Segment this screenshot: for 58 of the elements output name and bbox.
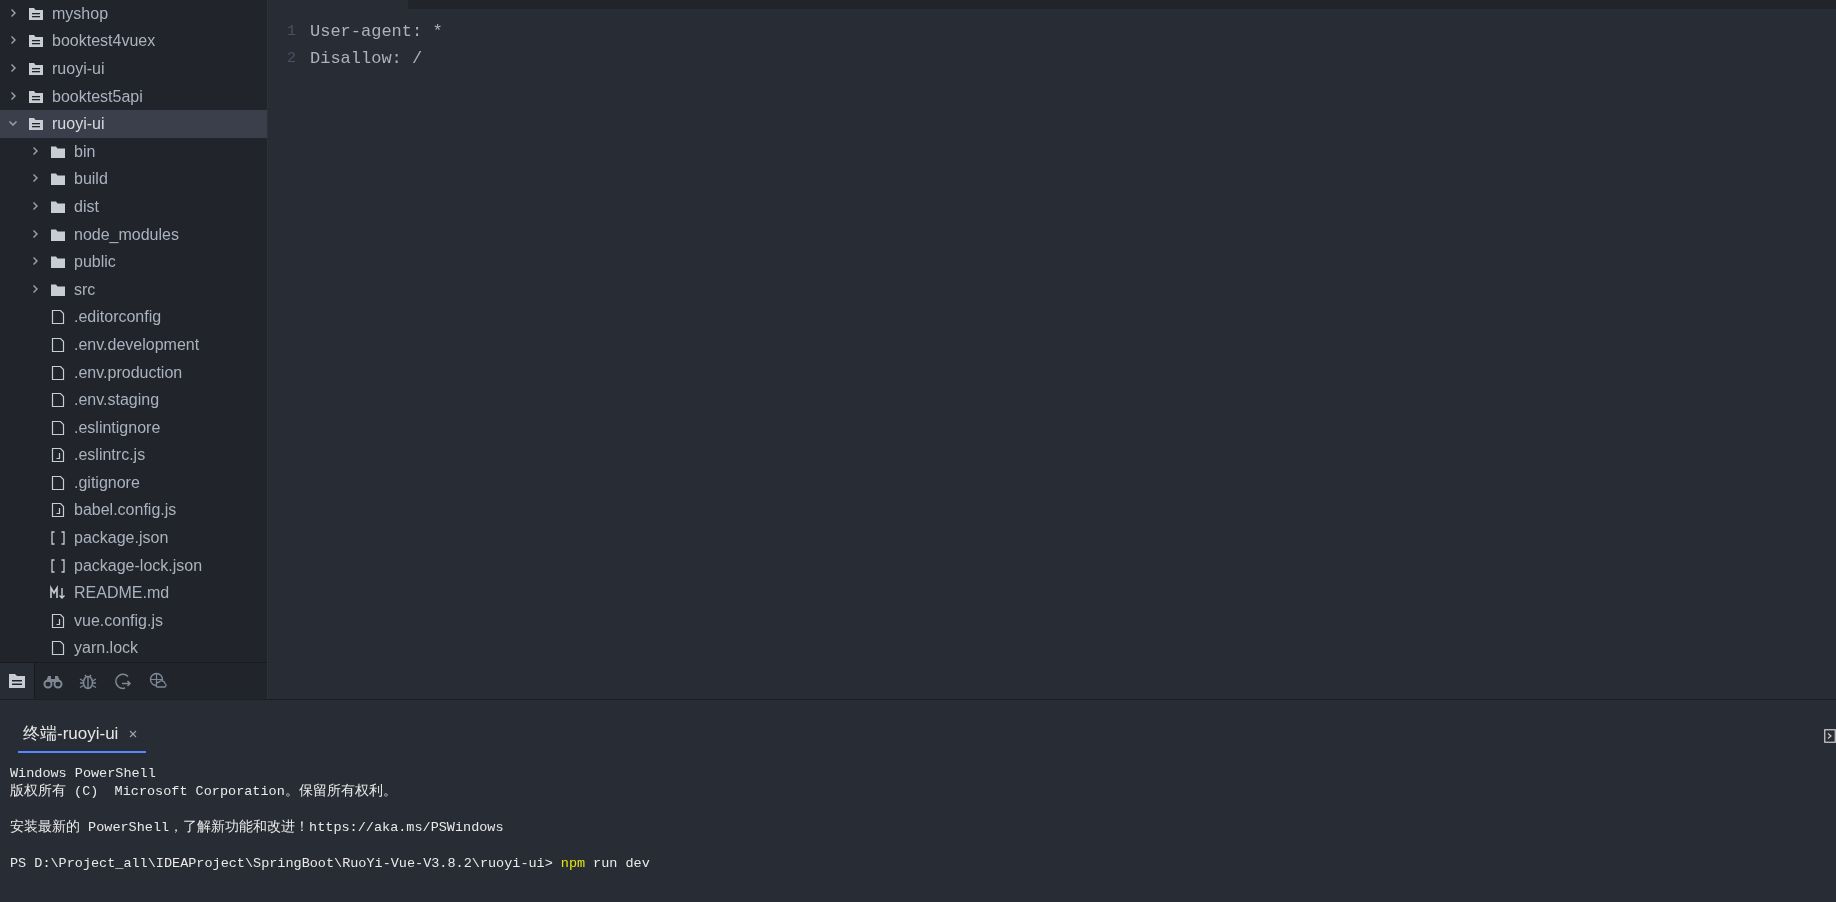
tree-item[interactable]: myshop xyxy=(0,0,267,28)
terminal-text: Windows PowerShell xyxy=(10,765,156,783)
files-icon xyxy=(7,671,27,691)
brackets-icon xyxy=(50,530,66,547)
file-icon xyxy=(50,640,66,657)
tree-item[interactable]: yarn.lock xyxy=(0,634,267,662)
code-line: Disallow: / xyxy=(310,49,423,68)
tree-item[interactable]: .env.production xyxy=(0,358,267,387)
terminal-text: 安装最新的 PowerShell，了解新功能和改进！https://aka.ms/PSWindows xyxy=(10,819,504,837)
tree-item[interactable]: ruoyi-ui xyxy=(0,55,267,83)
script-file-icon xyxy=(50,447,66,464)
tree-item[interactable]: .eslintignore xyxy=(0,413,267,442)
tree-item[interactable]: .env.development xyxy=(0,331,267,359)
terminal-text: 版权所有 (C) Microsoft Corporation。保留所有权利。 xyxy=(10,783,397,801)
terminal-tab[interactable]: 终端-ruoyi-ui xyxy=(18,718,147,753)
tree-item[interactable]: ruoyi-ui xyxy=(0,110,267,138)
script-file-icon xyxy=(50,612,66,629)
script-file-icon xyxy=(50,502,66,519)
tree-item[interactable]: bin xyxy=(0,137,267,166)
file-icon xyxy=(50,309,66,326)
repository-icon xyxy=(28,5,44,22)
tree-item[interactable]: booktest5api xyxy=(0,82,267,111)
file-icon xyxy=(50,474,66,491)
file-icon xyxy=(50,392,66,409)
file-icon xyxy=(50,336,66,353)
tree-item[interactable]: booktest4vuex xyxy=(0,27,267,56)
tree-item[interactable]: .env.staging xyxy=(0,386,267,414)
tree-item[interactable]: .gitignore xyxy=(0,469,267,497)
terminal-text: run dev xyxy=(593,855,650,873)
tree-item[interactable]: node_modules xyxy=(0,220,267,249)
files-tab[interactable] xyxy=(0,663,35,699)
prompt-text: PS D:\Project_all\IDEAProject\SpringBoot\RuoYi-Vue-V3.8.2\ruoyi-ui> xyxy=(10,855,553,873)
tree-item[interactable]: package.json xyxy=(0,524,267,552)
tree-item[interactable]: README.md xyxy=(0,579,267,608)
file-icon xyxy=(50,364,66,381)
repository-icon xyxy=(28,33,44,50)
globe-icon xyxy=(147,671,168,691)
circular-arrow-icon xyxy=(112,671,133,691)
repository-icon xyxy=(28,61,44,77)
tree-item[interactable]: src xyxy=(0,275,267,304)
tree-item[interactable]: babel.config.js xyxy=(0,496,267,525)
tree-item[interactable]: public xyxy=(0,248,267,276)
repository-icon xyxy=(28,116,44,133)
folder-icon xyxy=(50,254,66,271)
folder-icon xyxy=(50,171,66,188)
terminal-icon[interactable] xyxy=(1824,728,1836,743)
command-text: npm xyxy=(560,855,586,873)
brackets-icon xyxy=(50,557,66,574)
repository-icon xyxy=(28,88,44,105)
tree-item[interactable]: build xyxy=(0,165,267,194)
tree-item[interactable]: .editorconfig xyxy=(0,303,267,332)
file-icon xyxy=(50,419,66,436)
tree-item[interactable]: vue.config.js xyxy=(0,607,267,635)
close-icon[interactable] xyxy=(128,728,139,739)
tree-item[interactable]: .eslintrc.js xyxy=(0,441,267,470)
tree-item[interactable]: dist xyxy=(0,193,267,221)
tree-item[interactable]: package-lock.json xyxy=(0,551,267,580)
code-line: User-agent: * xyxy=(310,22,443,41)
